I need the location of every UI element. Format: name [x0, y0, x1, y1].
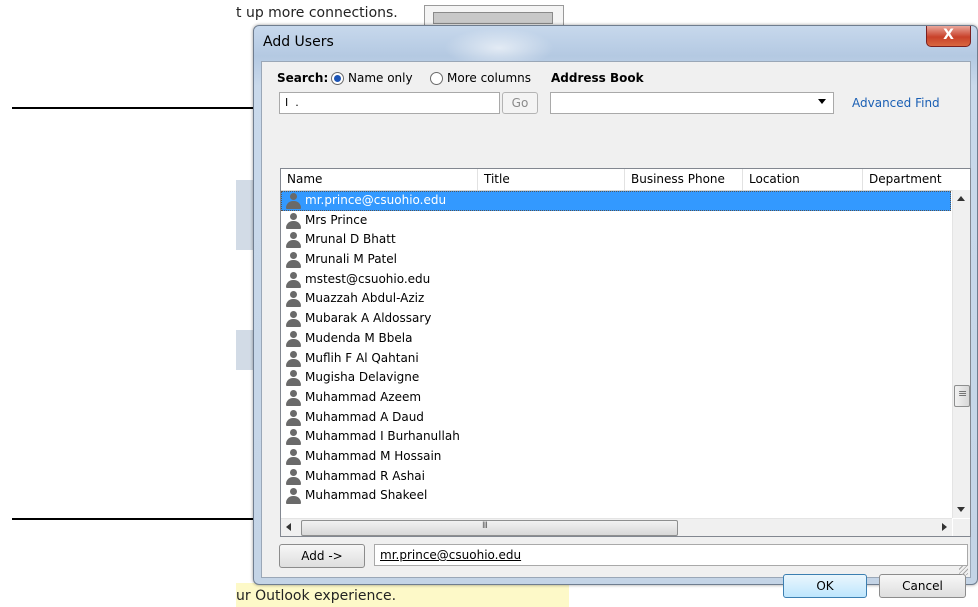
vertical-scrollbar[interactable] — [952, 190, 970, 518]
contact-icon — [286, 271, 301, 288]
address-book-label: Address Book — [551, 71, 644, 85]
contact-icon — [286, 350, 301, 367]
contact-icon — [286, 193, 301, 209]
name-only-radio[interactable] — [331, 72, 344, 85]
advanced-find-link[interactable]: Advanced Find — [852, 96, 940, 110]
column-header-department[interactable]: Department — [863, 169, 970, 190]
list-rows: mr.prince@csuohio.edu Mrs Prince Mrunal D … — [281, 191, 951, 506]
background-strip — [236, 330, 254, 370]
list-item-name: Muhammad R Ashai — [305, 468, 425, 483]
add-users-dialog: Add Users X Search: Name only More colum… — [253, 25, 978, 598]
list-item[interactable]: Muhammad Shakeel — [281, 486, 951, 506]
scroll-up-icon[interactable] — [957, 196, 965, 201]
list-item[interactable]: Muhammad R Ashai — [281, 467, 951, 487]
list-item-name: Muflih F Al Qahtani — [305, 350, 419, 365]
list-item[interactable]: Muflih F Al Qahtani — [281, 349, 951, 369]
dialog-titlebar[interactable]: Add Users X — [254, 26, 977, 68]
column-header-title[interactable]: Title — [478, 169, 625, 190]
cancel-button[interactable]: Cancel — [879, 574, 966, 598]
scroll-down-icon[interactable] — [957, 507, 965, 512]
contact-icon — [286, 429, 301, 446]
background-bottom-text: ur Outlook experience. — [236, 588, 397, 604]
column-header-location[interactable]: Location — [743, 169, 863, 190]
ok-button[interactable]: OK — [783, 574, 867, 598]
users-list[interactable]: Name Title Business Phone Location Depar… — [280, 168, 971, 537]
annotation-arrow-search — [12, 102, 267, 114]
annotation-arrow-add — [12, 513, 267, 525]
list-item-name: Mrunal D Bhatt — [305, 232, 396, 247]
dialog-client-area: Search: Name only More columns Address B… — [261, 61, 971, 598]
list-item-name: mstest@csuohio.edu — [305, 271, 431, 286]
contact-icon — [286, 330, 301, 347]
add-users-field-value: mr.prince@csuohio.edu — [380, 548, 522, 562]
list-item-name: Muhammad I Burhanullah — [305, 429, 460, 444]
resize-grip[interactable] — [959, 566, 968, 575]
list-item[interactable]: Muazzah Abdul-Aziz — [281, 289, 951, 309]
more-columns-radio[interactable] — [430, 72, 443, 85]
search-input-value: I . — [285, 96, 299, 109]
contact-icon — [286, 311, 301, 328]
list-item-name: Muhammad M Hossain — [305, 448, 442, 463]
contact-icon — [286, 409, 301, 426]
list-item[interactable]: Mudenda M Bbela — [281, 329, 951, 349]
search-label: Search: — [277, 71, 329, 85]
list-item[interactable]: Muhammad Azeem — [281, 388, 951, 408]
list-item[interactable]: mstest@csuohio.edu — [281, 270, 951, 290]
list-item-name: mr.prince@csuohio.edu — [305, 193, 447, 207]
list-item[interactable]: Muhammad M Hossain — [281, 447, 951, 467]
list-item[interactable]: Mrs Prince — [281, 211, 951, 231]
list-item[interactable]: mr.prince@csuohio.edu — [281, 191, 951, 211]
list-item[interactable]: Muhammad A Daud — [281, 408, 951, 428]
vertical-scroll-thumb[interactable] — [954, 385, 970, 407]
contact-icon — [286, 291, 301, 308]
close-icon: X — [943, 27, 954, 43]
contact-icon — [286, 468, 301, 485]
contact-icon — [286, 212, 301, 229]
chevron-down-icon — [818, 99, 826, 104]
contact-icon — [286, 370, 301, 387]
list-item-name: Muazzah Abdul-Aziz — [305, 291, 425, 306]
contact-icon — [286, 252, 301, 269]
scroll-left-icon[interactable] — [286, 523, 291, 531]
list-item[interactable]: Mrunali M Patel — [281, 250, 951, 270]
scrollbar-corner — [953, 519, 970, 536]
list-item[interactable]: Muhammad I Burhanullah — [281, 427, 951, 447]
contact-icon — [286, 488, 301, 505]
search-input[interactable]: I . — [279, 92, 500, 114]
background-top-text: t up more connections. — [236, 5, 398, 21]
list-item-name: Mrs Prince — [305, 212, 368, 227]
contact-icon — [286, 232, 301, 249]
column-header-name[interactable]: Name — [281, 169, 478, 190]
add-button[interactable]: Add -> — [279, 544, 365, 568]
add-users-field[interactable]: mr.prince@csuohio.edu — [374, 544, 968, 566]
contact-icon — [286, 448, 301, 465]
go-button[interactable]: Go — [502, 92, 538, 114]
background-strip — [236, 180, 254, 250]
list-item-name: Muhammad Azeem — [305, 389, 422, 404]
list-item-name: Muhammad A Daud — [305, 409, 424, 424]
list-item-name: Mrunali M Patel — [305, 252, 397, 267]
name-only-label[interactable]: Name only — [348, 71, 413, 85]
contact-icon — [286, 389, 301, 406]
dialog-title: Add Users — [263, 34, 334, 50]
list-item-name: Mugisha Delavigne — [305, 370, 420, 385]
more-columns-label[interactable]: More columns — [447, 71, 531, 85]
list-item-name: Mudenda M Bbela — [305, 330, 413, 345]
horizontal-scroll-thumb[interactable] — [301, 520, 678, 536]
list-item-name: Muhammad Shakeel — [305, 488, 428, 503]
horizontal-scrollbar[interactable] — [281, 518, 952, 536]
list-item-name: Mubarak A Aldossary — [305, 311, 432, 326]
list-item[interactable]: Mubarak A Aldossary — [281, 309, 951, 329]
address-book-dropdown[interactable] — [550, 92, 834, 114]
scroll-right-icon[interactable] — [942, 523, 947, 531]
column-header-business-phone[interactable]: Business Phone — [625, 169, 743, 190]
list-header: Name Title Business Phone Location Depar… — [281, 169, 970, 191]
list-item[interactable]: Mrunal D Bhatt — [281, 230, 951, 250]
close-button[interactable]: X — [926, 26, 971, 47]
list-item[interactable]: Mugisha Delavigne — [281, 368, 951, 388]
